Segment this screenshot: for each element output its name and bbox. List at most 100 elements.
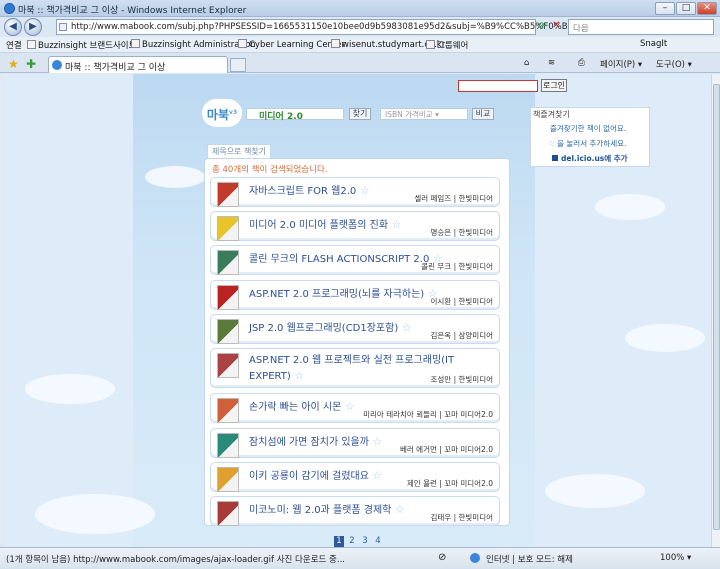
forward-button[interactable]: ▶ xyxy=(24,18,42,36)
favorites-star-icon[interactable]: ★ xyxy=(8,57,19,71)
mabook-logo[interactable]: 마북v3 xyxy=(202,99,242,127)
cloud-decoration xyxy=(595,194,665,220)
zoom-level[interactable]: 100% ▾ xyxy=(660,553,691,563)
add-bookmark-star-icon[interactable]: ☆ xyxy=(341,400,355,413)
book-author-publisher: 콜린 무크 | 한빛미디어 xyxy=(421,262,493,271)
book-cover-image[interactable] xyxy=(217,467,239,492)
book-cover-image[interactable] xyxy=(217,353,239,378)
back-button[interactable]: ◀ xyxy=(4,18,22,36)
url-text: http://www.mabook.com/subj.php?PHPSESSID… xyxy=(71,22,613,32)
status-bar: (1개 항목이 남음) http://www.mabook.com/images… xyxy=(0,547,720,569)
page-menu[interactable]: 페이지(P) ▾ xyxy=(600,58,642,70)
book-author-publisher: 제인 욜런 | 꼬마 미디어2.0 xyxy=(406,479,493,488)
book-cover-image[interactable] xyxy=(217,398,239,423)
result-count: 총 40개의 책이 검색되었습니다. xyxy=(212,165,328,175)
add-bookmark-star-icon[interactable]: ☆ xyxy=(291,369,304,382)
book-card[interactable]: ASP.NET 2.0 프로그래밍(뇌를 자극하는) ☆ 이시환 | 한빛미디어 xyxy=(210,280,500,310)
popup-blocker-icon[interactable]: ⊘ xyxy=(438,552,446,563)
add-bookmark-star-icon[interactable]: ☆ xyxy=(356,184,370,197)
page-4[interactable]: 4 xyxy=(373,536,383,547)
book-cover-image[interactable] xyxy=(217,216,239,241)
feeds-icon[interactable]: ≋ xyxy=(548,58,555,68)
link-groupware[interactable]: 그룹웨어 xyxy=(426,39,468,51)
add-bookmark-star-icon[interactable]: ☆ xyxy=(369,469,382,482)
book-title[interactable]: 미코노미: 웹 2.0과 플랫폼 경제학 ☆ xyxy=(249,501,405,516)
page-3[interactable]: 3 xyxy=(360,536,370,547)
book-title[interactable]: 미디어 2.0 미디어 플랫폼의 진화 ☆ xyxy=(249,216,401,231)
search-field[interactable]: 미디어 2.0 xyxy=(246,108,344,122)
page-icon xyxy=(59,23,67,31)
cloud-decoration xyxy=(145,166,205,188)
page-2[interactable]: 2 xyxy=(347,536,357,547)
refresh-icon[interactable]: ⟳ xyxy=(538,21,546,32)
tab-title-search[interactable]: 제목으로 책찾기 xyxy=(207,144,271,158)
print-icon[interactable]: ⎙ xyxy=(578,58,585,68)
book-cover-image[interactable] xyxy=(217,250,239,275)
address-bar[interactable]: http://www.mabook.com/subj.php?PHPSESSID… xyxy=(56,19,612,35)
book-title[interactable]: 잠치섬에 가면 잠치가 있을까 ☆ xyxy=(249,433,382,448)
login-id-input[interactable] xyxy=(458,80,538,92)
book-author-publisher: 베러 에거먼 | 꼬마 미디어2.0 xyxy=(400,445,493,454)
book-card[interactable]: 잠치섬에 가면 잠치가 있을까 ☆ 베러 에거먼 | 꼬마 미디어2.0 xyxy=(210,428,500,458)
add-favorites-icon[interactable]: ✚ xyxy=(26,57,36,71)
cloud-decoration xyxy=(35,494,155,534)
book-card[interactable]: ASP.NET 2.0 웹 프로젝트와 실전 프로그래밍(IT EXPERT) … xyxy=(210,348,500,388)
book-cover-image[interactable] xyxy=(217,319,239,344)
book-card[interactable]: JSP 2.0 웹프로그래밍(CD1장포함) ☆ 김은옥 | 삼양미디어 xyxy=(210,314,500,344)
close-button[interactable]: ✕ xyxy=(697,2,717,15)
book-author-publisher: 김은옥 | 삼양미디어 xyxy=(430,331,494,340)
login-button[interactable]: 로그인 xyxy=(541,79,567,92)
link-buzz-admin[interactable]: Buzzinsight Administration xyxy=(131,39,256,50)
add-bookmark-star-icon[interactable]: ☆ xyxy=(398,321,412,334)
cloud-decoration xyxy=(545,474,645,508)
star-icon: ☆ xyxy=(548,139,555,148)
compare-button[interactable]: 비교 xyxy=(472,108,494,120)
book-title[interactable]: 손가락 빠는 아이 시몬 ☆ xyxy=(249,398,355,413)
add-bookmark-star-icon[interactable]: ☆ xyxy=(369,435,382,448)
book-card[interactable]: 콜린 무크의 FLASH ACTIONSCRIPT 2.0 ☆ 콜린 무크 | 한… xyxy=(210,245,500,275)
book-title[interactable]: JSP 2.0 웹프로그래밍(CD1장포함) ☆ xyxy=(249,319,412,334)
scroll-thumb[interactable] xyxy=(713,84,720,530)
cloud-decoration xyxy=(625,324,705,352)
book-title[interactable]: 이키 공룡이 감기에 걸렸대요 ☆ xyxy=(249,467,382,482)
book-title[interactable]: ASP.NET 2.0 프로그래밍(뇌를 자극하는) ☆ xyxy=(249,285,438,300)
search-input[interactable]: 다음 xyxy=(568,19,714,35)
book-title[interactable]: 콜린 무크의 FLASH ACTIONSCRIPT 2.0 ☆ xyxy=(249,250,443,265)
maximize-button[interactable]: □ xyxy=(676,2,696,15)
internet-zone-icon xyxy=(470,553,480,563)
link-buzz-brand[interactable]: Buzzinsight 브랜드사이트 xyxy=(27,39,136,51)
tab-bar: ★ ✚ 마북 :: 책가격비교 그 이상 ⌂ ≋ ⎙ 페이지(P) ▾ 도구(O… xyxy=(0,53,720,73)
book-author-publisher: 셀러 페임즈 | 한빛미디어 xyxy=(414,194,493,203)
search-button[interactable]: 찾기 xyxy=(349,108,371,120)
book-card[interactable]: 미디어 2.0 미디어 플랫폼의 진화 ☆ 명승은 | 한빛미디어 xyxy=(210,211,500,241)
stop-icon[interactable]: ✕ xyxy=(552,20,560,31)
tools-menu[interactable]: 도구(O) ▾ xyxy=(656,58,692,70)
links-bar: 연결 Buzzinsight 브랜드사이트 Buzzinsight Admini… xyxy=(0,37,720,53)
add-bookmark-star-icon[interactable]: ☆ xyxy=(388,218,402,231)
book-card[interactable]: 미코노미: 웹 2.0과 플랫폼 경제학 ☆ 김태우 | 한빛미디어 xyxy=(210,496,500,526)
page-1[interactable]: 1 xyxy=(334,536,344,547)
isbn-select[interactable]: ISBN 가격비교 ▾ xyxy=(380,108,468,120)
cloud-decoration xyxy=(25,374,115,404)
vertical-scrollbar[interactable] xyxy=(711,74,720,547)
book-cover-image[interactable] xyxy=(217,285,239,310)
book-cover-image[interactable] xyxy=(217,501,239,526)
add-bookmark-star-icon[interactable]: ☆ xyxy=(391,503,405,516)
book-cover-image[interactable] xyxy=(217,182,239,207)
new-tab-button[interactable] xyxy=(230,58,246,72)
book-title[interactable]: 자바스크립트 FOR 웹2.0 ☆ xyxy=(249,182,370,197)
snagit-button[interactable]: SnagIt xyxy=(640,39,667,49)
ie-logo-icon xyxy=(4,3,15,14)
delicious-icon xyxy=(552,155,558,161)
minimize-button[interactable]: – xyxy=(655,2,675,15)
delicious-link[interactable]: del.icio.us에 추가 xyxy=(552,153,628,164)
book-card[interactable]: 이키 공룡이 감기에 걸렸대요 ☆ 제인 욜런 | 꼬마 미디어2.0 xyxy=(210,462,500,492)
tab-mabook[interactable]: 마북 :: 책가격비교 그 이상 xyxy=(48,56,228,73)
window-title: 마북 :: 책가격비교 그 이상 - Windows Internet Expl… xyxy=(18,6,247,16)
book-author-publisher: 명승은 | 한빛미디어 xyxy=(430,228,494,237)
book-cover-image[interactable] xyxy=(217,433,239,458)
link-cyber-learning[interactable]: Cyber Learning Center xyxy=(238,39,345,50)
book-card[interactable]: 자바스크립트 FOR 웹2.0 ☆ 셀러 페임즈 | 한빛미디어 xyxy=(210,177,500,207)
home-icon[interactable]: ⌂ xyxy=(524,58,529,68)
book-card[interactable]: 손가락 빠는 아이 시몬 ☆ 미리아 테라치아 뢰들리 | 꼬마 미디어2.0 xyxy=(210,393,500,423)
